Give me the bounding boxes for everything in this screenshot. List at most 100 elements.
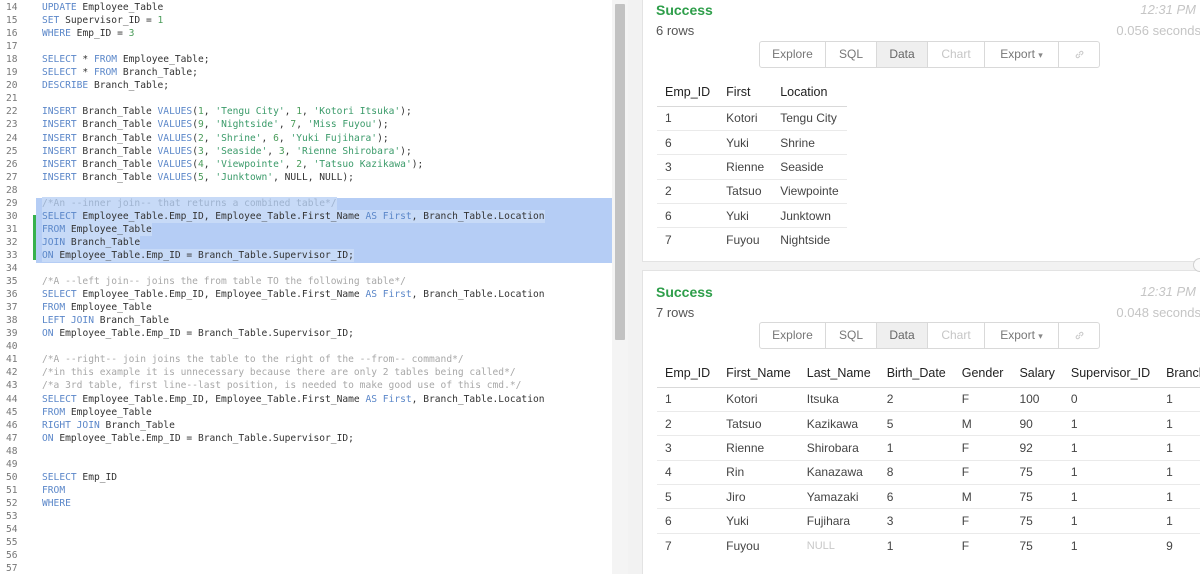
code-line[interactable]: 15 SET Supervisor_ID = 1	[0, 14, 612, 27]
data-button[interactable]: Data	[877, 42, 928, 67]
line-code: LEFT JOIN Branch_Table	[42, 314, 169, 327]
line-code: /*a 3rd table, first line--last position…	[42, 379, 521, 392]
column-header[interactable]: Emp_ID	[657, 359, 719, 388]
code-token: INSERT	[42, 171, 77, 183]
code-token: FROM	[93, 67, 118, 79]
code-token: ,	[203, 171, 216, 183]
code-line[interactable]: 51 FROM	[0, 484, 612, 497]
data-button[interactable]: Data	[877, 323, 928, 348]
code-line[interactable]: 46 RIGHT JOIN Branch_Table	[0, 419, 612, 432]
code-line[interactable]: 25 INSERT Branch_Table VALUES(3, 'Seaside…	[0, 145, 612, 158]
code-line[interactable]: 43 /*a 3rd table, first line--last positi…	[0, 379, 612, 392]
column-header[interactable]: First_Name	[718, 359, 799, 388]
table-cell: 3	[878, 508, 954, 534]
code-line[interactable]: 23 INSERT Branch_Table VALUES(9, 'Nightsi…	[0, 118, 612, 131]
code-line[interactable]: 53	[0, 510, 612, 523]
table-cell: Rin	[718, 460, 799, 486]
table-cell: 4	[657, 460, 719, 486]
sql-editor[interactable]: 14 UPDATE Employee_Table 15 SET Supervisor_…	[0, 0, 628, 574]
table-cell: Nightside	[780, 233, 831, 248]
code-line[interactable]: 28	[0, 184, 612, 197]
code-line[interactable]: 50 SELECT Emp_ID	[0, 471, 612, 484]
export-button[interactable]: Export ▾	[985, 42, 1059, 67]
column-header[interactable]: Location	[772, 78, 847, 107]
code-token: LEFT JOIN	[42, 315, 94, 327]
code-token: SELECT	[42, 471, 77, 483]
code-line[interactable]: 48	[0, 445, 612, 458]
table-row: 2 Tatsuo Kazikawa 5 M 90 1 1	[657, 411, 1200, 437]
code-line[interactable]: 27 INSERT Branch_Table VALUES(5, 'Junktow…	[0, 171, 612, 184]
code-line[interactable]: 35 /*A --left join-- joins the from table…	[0, 275, 612, 288]
column-header[interactable]: First	[718, 78, 773, 107]
table-row: 6 Yuki Fujihara 3 F 75 1 1	[657, 508, 1200, 534]
timestamp: 12:31 PM	[1140, 284, 1196, 299]
code-token: ,	[284, 158, 297, 170]
code-line[interactable]: 52 WHERE	[0, 497, 612, 510]
code-line[interactable]: 34	[0, 262, 612, 275]
code-token: FROM	[93, 54, 118, 66]
code-token: 'Nightside'	[215, 119, 279, 131]
line-number: 25	[6, 145, 18, 157]
code-line[interactable]: 44 SELECT Employee_Table.Emp_ID, Employee…	[0, 393, 612, 406]
code-line[interactable]: 32 JOIN Branch_Table	[0, 235, 612, 249]
code-line[interactable]: 33 ON Employee_Table.Emp_ID = Branch_Tabl…	[0, 248, 612, 262]
code-line[interactable]: 45 FROM Employee_Table	[0, 406, 612, 419]
line-number: 54	[6, 524, 18, 535]
code-line[interactable]: 24 INSERT Branch_Table VALUES(2, 'Shrine'…	[0, 132, 612, 145]
code-line[interactable]: 57	[0, 562, 612, 574]
code-line[interactable]: 22 INSERT Branch_Table VALUES(1, 'Tengu C…	[0, 105, 612, 118]
chart-button[interactable]: Chart	[928, 323, 985, 348]
code-line[interactable]: 42 /*in this example it is unnecessary be…	[0, 366, 612, 379]
table-cell: 1	[1062, 508, 1159, 534]
code-line[interactable]: 55	[0, 536, 612, 549]
code-line[interactable]: 16 WHERE Emp_ID = 3	[0, 27, 612, 40]
column-header[interactable]: Supervisor_ID	[1062, 359, 1159, 388]
result-toolbar: Explore SQL Data Chart Export ▾	[759, 322, 1100, 349]
table-cell: F	[953, 508, 1012, 534]
code-line[interactable]: 14 UPDATE Employee_Table	[0, 1, 612, 14]
export-label: Export	[1000, 328, 1035, 342]
code-token: , Branch_Table.Location	[411, 210, 545, 222]
export-button[interactable]: Export ▾	[985, 323, 1059, 348]
code-line[interactable]: 30 SELECT Employee_Table.Emp_ID, Employee…	[0, 209, 612, 223]
column-header[interactable]: Branch_ID	[1158, 359, 1200, 388]
code-line[interactable]: 20 DESCRIBE Branch_Table;	[0, 79, 612, 92]
code-token: ,	[284, 106, 297, 118]
result-panel-1: Success 6 rows 12:31 PM 0.056 seconds Ex…	[642, 0, 1200, 262]
code-line[interactable]: 31 FROM Employee_Table	[0, 222, 612, 236]
panel-resize-handle[interactable]	[1193, 258, 1200, 272]
code-line[interactable]: 41 /*A --right-- join joins the table to …	[0, 353, 612, 366]
code-line[interactable]: 54	[0, 523, 612, 536]
code-line[interactable]: 47 ON Employee_Table.Emp_ID = Branch_Tabl…	[0, 432, 612, 445]
code-line[interactable]: 49	[0, 458, 612, 471]
column-header[interactable]: Emp_ID	[657, 78, 719, 107]
line-code: ON Employee_Table.Emp_ID = Branch_Table.…	[42, 248, 354, 262]
explore-button[interactable]: Explore	[760, 323, 826, 348]
code-line[interactable]: 36 SELECT Employee_Table.Emp_ID, Employee…	[0, 288, 612, 301]
sql-button[interactable]: SQL	[826, 323, 877, 348]
code-line[interactable]: 26 INSERT Branch_Table VALUES(4, 'Viewpoi…	[0, 158, 612, 171]
code-line[interactable]: 21	[0, 92, 612, 105]
chart-button[interactable]: Chart	[928, 42, 985, 67]
column-header[interactable]: Gender	[953, 359, 1012, 388]
code-line[interactable]: 19 SELECT * FROM Branch_Table;	[0, 66, 612, 79]
code-line[interactable]: 37 FROM Employee_Table	[0, 301, 612, 314]
explore-button[interactable]: Explore	[760, 42, 826, 67]
line-code: FROM	[42, 484, 65, 497]
code-line[interactable]: 29 /*An --inner join-- that returns a com…	[0, 196, 612, 210]
sql-button[interactable]: SQL	[826, 42, 877, 67]
code-line[interactable]: 18 SELECT * FROM Employee_Table;	[0, 53, 612, 66]
link-button[interactable]	[1059, 42, 1099, 67]
editor-scrollbar-thumb[interactable]	[615, 4, 625, 340]
code-line[interactable]: 40	[0, 340, 612, 353]
code-line[interactable]: 38 LEFT JOIN Branch_Table	[0, 314, 612, 327]
link-button[interactable]	[1059, 323, 1099, 348]
code-line[interactable]: 39 ON Employee_Table.Emp_ID = Branch_Tabl…	[0, 327, 612, 340]
column-header[interactable]: Last_Name	[798, 359, 879, 388]
table-cell: 6	[878, 484, 954, 510]
code-line[interactable]: 17	[0, 40, 612, 53]
column-header[interactable]: Salary	[1011, 359, 1063, 388]
code-line[interactable]: 56	[0, 549, 612, 562]
column-header[interactable]: Birth_Date	[878, 359, 954, 388]
line-code: FROM Employee_Table	[42, 301, 152, 314]
